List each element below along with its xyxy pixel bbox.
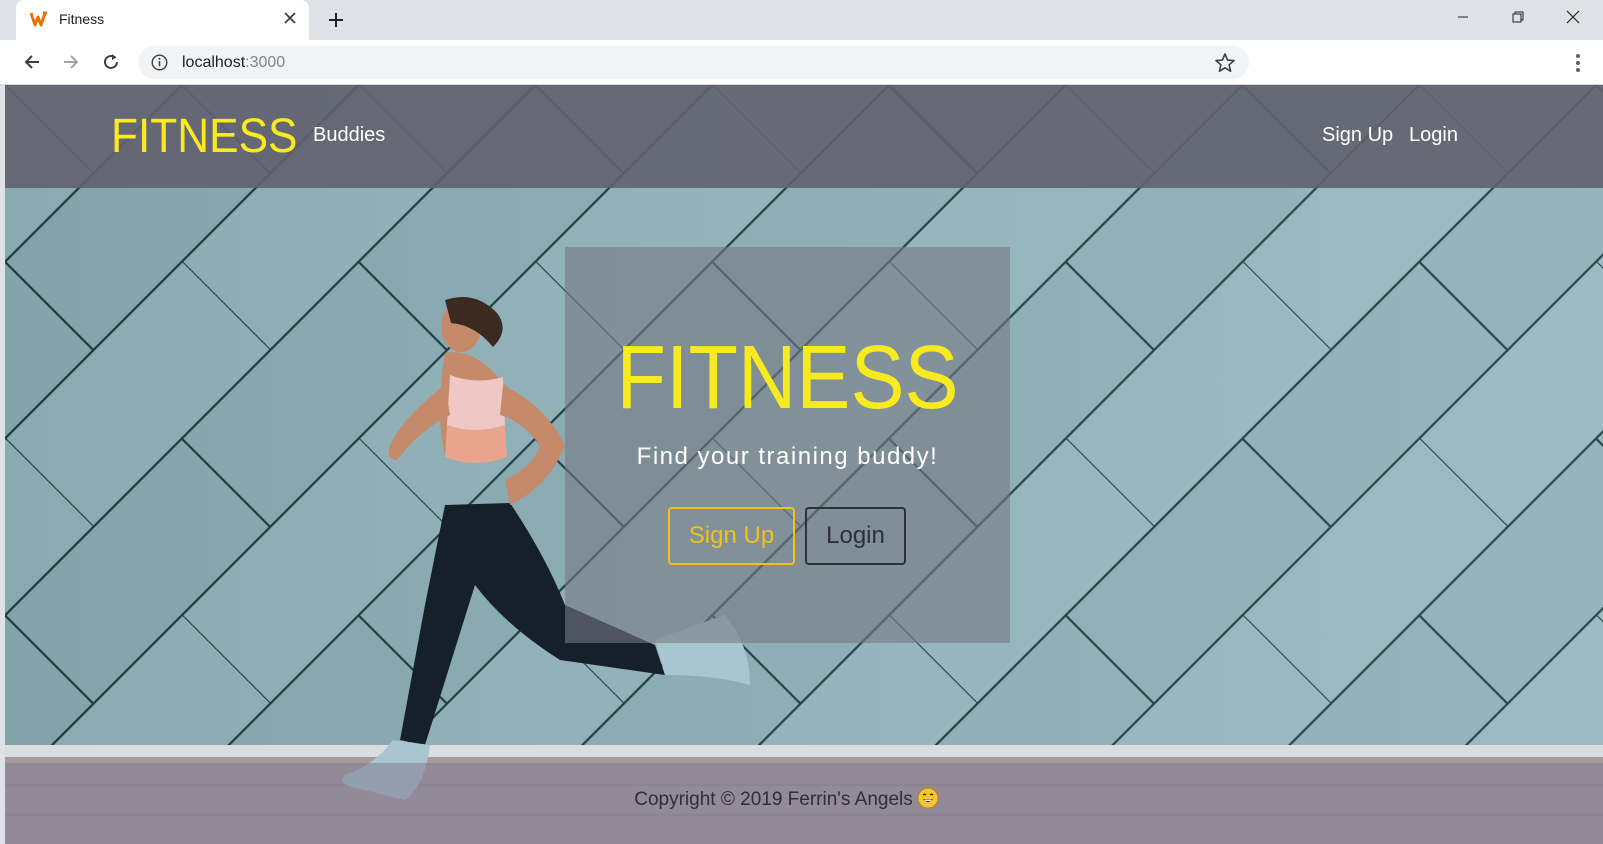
browser-toolbar: localhost:3000	[0, 40, 1603, 85]
browser-tab-fitness[interactable]: Fitness	[16, 0, 309, 40]
tab-title: Fitness	[59, 11, 105, 27]
info-icon[interactable]	[151, 54, 168, 71]
smiling-face-emoji	[917, 787, 939, 809]
tab-strip: Fitness	[0, 0, 1603, 40]
url-text: localhost:3000	[182, 54, 286, 71]
site-navbar: FITNESS Buddies Sign Up Login	[5, 85, 1603, 188]
reload-icon[interactable]	[96, 47, 126, 77]
brand-logo[interactable]: FITNESS	[111, 109, 297, 164]
window-close-icon[interactable]	[1545, 0, 1601, 34]
hero-title: FITNESS	[616, 328, 959, 428]
forward-icon[interactable]	[56, 47, 86, 77]
hero-card: FITNESS Find your training buddy! Sign U…	[565, 247, 1010, 643]
hero-subtitle: Find your training buddy!	[636, 443, 939, 470]
signup-button[interactable]: Sign Up	[668, 507, 795, 565]
footer-copyright: Copyright © 2019 Ferrin's Angels	[5, 787, 1568, 811]
maximize-icon[interactable]	[1490, 0, 1546, 34]
login-button[interactable]: Login	[805, 507, 906, 565]
nav-link-buddies[interactable]: Buddies	[313, 124, 385, 147]
minimize-icon[interactable]	[1435, 0, 1491, 34]
back-icon[interactable]	[17, 47, 47, 77]
page-viewport: FITNESS Buddies Sign Up Login FITNESS Fi…	[5, 85, 1603, 844]
favicon-icon	[30, 11, 47, 27]
plus-icon[interactable]	[322, 6, 350, 34]
address-bar[interactable]: localhost:3000	[138, 46, 1249, 79]
menu-icon[interactable]	[1568, 50, 1588, 76]
nav-link-login[interactable]: Login	[1409, 124, 1458, 147]
nav-link-signup[interactable]: Sign Up	[1322, 124, 1393, 147]
site-footer: Copyright © 2019 Ferrin's Angels	[5, 763, 1603, 844]
star-icon[interactable]	[1214, 52, 1236, 74]
close-icon[interactable]	[278, 6, 302, 30]
